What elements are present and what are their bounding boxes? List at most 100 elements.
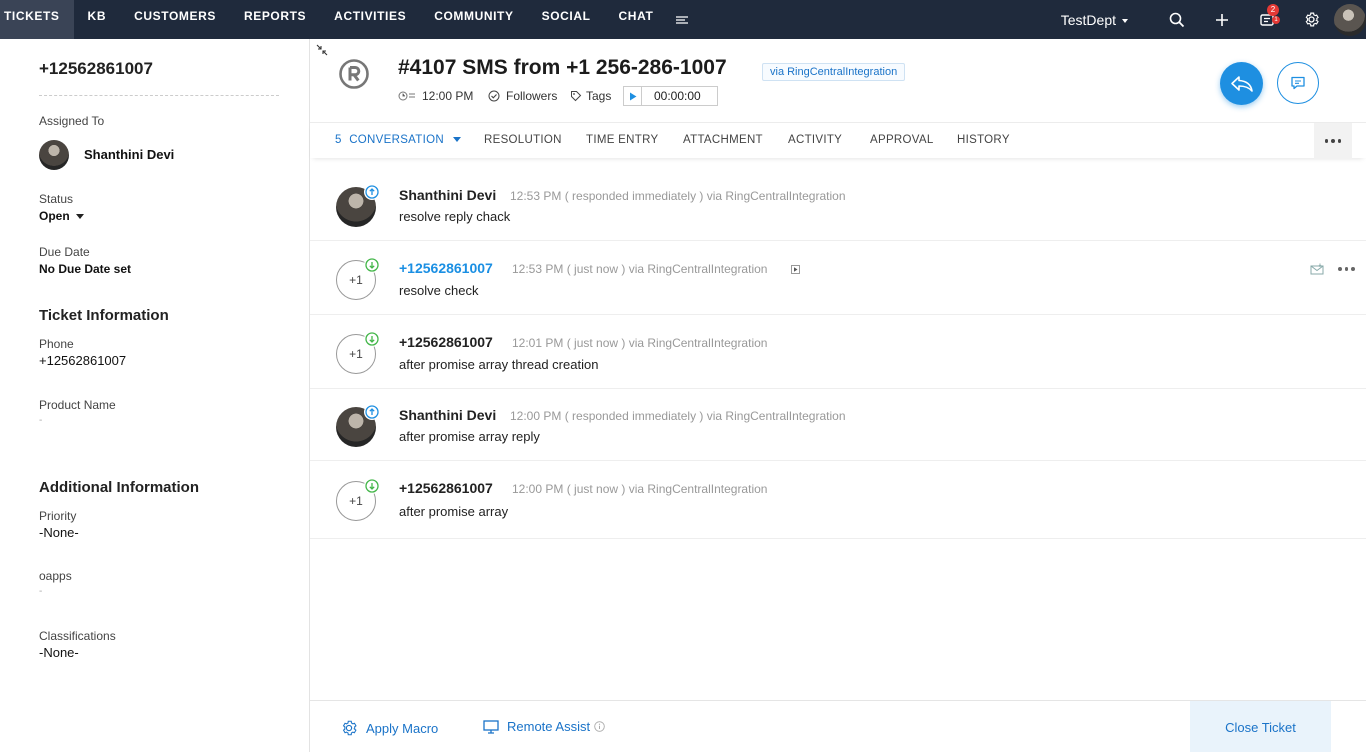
incoming-arrow-icon: [364, 478, 380, 494]
add-icon[interactable]: [1199, 0, 1244, 39]
thread-author[interactable]: Shanthini Devi: [399, 407, 496, 423]
user-avatar-image: [1334, 3, 1366, 36]
thread-message: after promise array: [399, 504, 509, 519]
macro-gear-icon: [342, 720, 357, 736]
chevron-down-icon: [1122, 18, 1128, 23]
conversation-thread[interactable]: +1 +12562861007 12:53 PM ( just now ) vi…: [310, 241, 1366, 315]
tab-history[interactable]: HISTORY: [957, 134, 1010, 146]
thread-meta: 12:00 PM ( just now ) via RingCentralInt…: [512, 482, 768, 496]
conversation-thread[interactable]: +1 +12562861007 12:01 PM ( just now ) vi…: [310, 315, 1366, 389]
ticket-title: #4107 SMS from +1 256-286-1007: [398, 56, 727, 79]
nav-tickets[interactable]: TICKETS: [0, 0, 74, 39]
assigned-to-label: Assigned To: [39, 114, 105, 128]
assignee-name[interactable]: Shanthini Devi: [84, 147, 174, 162]
classifications-field[interactable]: -None-: [39, 645, 79, 660]
mail-icon[interactable]: [1310, 263, 1324, 275]
tab-activity[interactable]: ACTIVITY: [788, 134, 842, 146]
department-selector[interactable]: TestDept: [1061, 12, 1128, 28]
thread-meta: 12:53 PM ( responded immediately ) via R…: [510, 189, 846, 203]
nav-community[interactable]: COMMUNITY: [420, 0, 527, 39]
conversation-count: 5: [335, 134, 342, 146]
thread-author[interactable]: +12562861007: [399, 334, 493, 350]
due-date-value[interactable]: No Due Date set: [39, 262, 131, 276]
expand-play-icon[interactable]: [791, 265, 800, 274]
ticket-information-heading: Ticket Information: [39, 307, 169, 324]
reply-icon: [1230, 75, 1253, 92]
nav-social[interactable]: SOCIAL: [528, 0, 605, 39]
outgoing-arrow-icon: [364, 184, 380, 200]
nav-kb[interactable]: KB: [74, 0, 121, 39]
ticket-footer-bar: Apply Macro Remote Assist Close Ticket: [310, 700, 1366, 752]
oapps-label: oapps: [39, 569, 72, 583]
comment-button[interactable]: [1277, 62, 1319, 104]
oapps-field[interactable]: -: [39, 586, 42, 597]
collapse-icon[interactable]: [316, 43, 328, 56]
thread-more-icon[interactable]: [1338, 267, 1355, 271]
thread-message: resolve check: [399, 283, 479, 298]
apply-macro-button[interactable]: Apply Macro: [340, 719, 438, 737]
remote-assist-button[interactable]: Remote Assist: [483, 719, 605, 734]
status-dropdown[interactable]: Open: [39, 209, 84, 223]
phone-field[interactable]: +12562861007: [39, 353, 126, 368]
product-name-field[interactable]: -: [39, 415, 42, 426]
ticket-properties-panel: +12562861007 Assigned To Shanthini Devi …: [0, 39, 310, 752]
nav-reports[interactable]: REPORTS: [230, 0, 320, 39]
ticket-time: 12:00 PM: [398, 87, 473, 105]
monitor-icon: [483, 719, 499, 734]
conversation-label: CONVERSATION: [349, 134, 444, 146]
thread-author[interactable]: +12562861007: [399, 480, 493, 496]
notification-sub-badge: 1: [1272, 16, 1280, 24]
tab-approval[interactable]: APPROVAL: [870, 134, 934, 146]
notifications-icon[interactable]: 2 1: [1244, 0, 1289, 39]
divider: [39, 95, 279, 96]
comment-icon: [1291, 76, 1305, 90]
followers-button[interactable]: Followers: [488, 87, 557, 105]
tags-button[interactable]: Tags: [570, 87, 611, 105]
conversation-thread[interactable]: +1 +12562861007 12:00 PM ( just now ) vi…: [310, 461, 1366, 539]
followers-label: Followers: [506, 89, 558, 103]
info-icon[interactable]: [594, 721, 605, 732]
settings-gear-icon[interactable]: [1289, 0, 1334, 39]
tab-time-entry[interactable]: TIME ENTRY: [586, 134, 658, 146]
apply-macro-label: Apply Macro: [366, 720, 439, 736]
thread-actions: [1310, 263, 1355, 275]
top-nav: TICKETS KB CUSTOMERS REPORTS ACTIVITIES …: [0, 0, 1366, 39]
nav-chat[interactable]: CHAT: [605, 0, 668, 39]
conversation-thread[interactable]: Shanthini Devi 12:00 PM ( responded imme…: [310, 389, 1366, 461]
play-icon[interactable]: [624, 87, 642, 105]
user-avatar[interactable]: [1334, 0, 1366, 39]
contact-phone-heading[interactable]: +12562861007: [39, 59, 153, 79]
ticket-time-value: 12:00 PM: [422, 89, 474, 103]
tag-icon: [571, 91, 582, 102]
additional-information-heading: Additional Information: [39, 479, 199, 496]
incoming-arrow-icon: [364, 331, 380, 347]
nav-activities[interactable]: ACTIVITIES: [320, 0, 420, 39]
chevron-down-icon: [453, 137, 462, 143]
thread-message: resolve reply chack: [399, 209, 511, 224]
ticket-detail-main: #4107 SMS from +1 256-286-1007 via RingC…: [310, 39, 1366, 752]
chevron-down-icon: [75, 214, 84, 220]
via-channel-tag: via RingCentralIntegration: [762, 63, 906, 81]
phone-label: Phone: [39, 337, 74, 351]
department-label: TestDept: [1060, 11, 1116, 28]
more-options-icon[interactable]: [1314, 123, 1352, 159]
ticket-timer: 00:00:00: [623, 86, 718, 106]
tab-resolution[interactable]: RESOLUTION: [484, 134, 562, 146]
close-ticket-button[interactable]: Close Ticket: [1190, 701, 1331, 752]
notification-badge: 2: [1267, 4, 1279, 16]
thread-meta: 12:01 PM ( just now ) via RingCentralInt…: [512, 336, 768, 350]
thread-message: after promise array thread creation: [399, 357, 599, 372]
conversation-thread[interactable]: Shanthini Devi 12:53 PM ( responded imme…: [310, 168, 1366, 241]
thread-author[interactable]: Shanthini Devi: [399, 187, 496, 203]
thread-meta: 12:00 PM ( responded immediately ) via R…: [510, 409, 846, 423]
tab-attachment[interactable]: ATTACHMENT: [683, 134, 763, 146]
priority-field[interactable]: -None-: [39, 525, 79, 540]
tab-conversation[interactable]: 5 CONVERSATION: [335, 134, 462, 146]
nav-customers[interactable]: CUSTOMERS: [120, 0, 230, 39]
ticket-tabs: 5 CONVERSATION RESOLUTION TIME ENTRY ATT…: [310, 122, 1366, 159]
reply-button[interactable]: [1220, 62, 1263, 105]
clock-icon: [398, 91, 415, 101]
thread-author[interactable]: +12562861007: [399, 260, 493, 276]
search-icon[interactable]: [1154, 0, 1199, 39]
nav-more-icon[interactable]: [669, 0, 695, 39]
